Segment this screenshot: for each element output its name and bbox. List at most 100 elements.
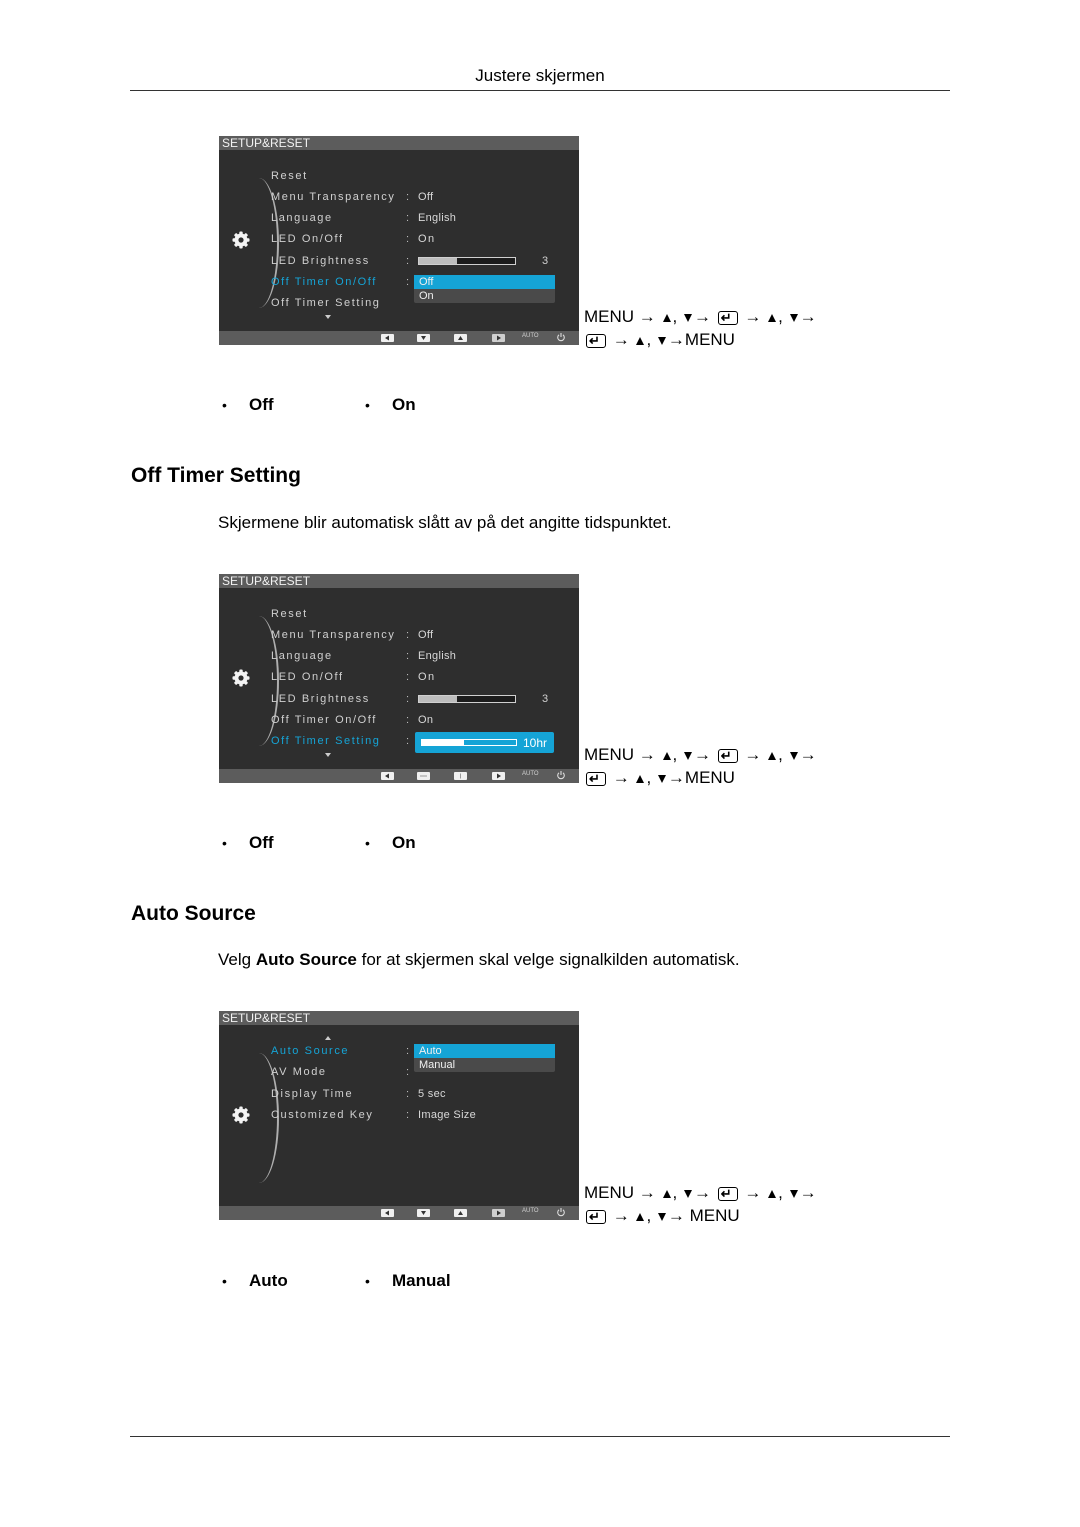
led-brightness-value: 3 bbox=[542, 255, 549, 267]
osd-row-value: Off bbox=[418, 629, 434, 641]
option-label: Off bbox=[249, 395, 274, 414]
option-list: • Off • On bbox=[222, 833, 416, 853]
osd-row-led-onoff: LED On/Off: On bbox=[271, 669, 436, 685]
option-label: On bbox=[392, 395, 416, 414]
option-list: • Auto • Manual bbox=[222, 1271, 451, 1291]
off-timer-value: 10hr bbox=[523, 735, 548, 750]
up-key-icon bbox=[768, 1189, 777, 1198]
osd-row-value: English bbox=[418, 212, 457, 224]
gear-icon bbox=[232, 669, 250, 687]
osd-row-label: Off Timer On/Off bbox=[271, 276, 377, 288]
bullet: • bbox=[222, 1273, 227, 1289]
osd-screenshot-off-timer-setting: SETUP&RESET Reset Menu Transparency: Off … bbox=[219, 574, 579, 783]
header-divider bbox=[130, 90, 950, 91]
minus-button-icon bbox=[417, 772, 430, 780]
osd-row-led-brightness: LED Brightness: 3 bbox=[271, 253, 548, 269]
option-label: On bbox=[392, 833, 416, 852]
down-key-icon bbox=[683, 313, 692, 322]
osd-colon: : bbox=[406, 671, 411, 683]
option-label: Manual bbox=[392, 1271, 451, 1290]
option-item: • On bbox=[365, 833, 416, 853]
osd-row-label: Display Time bbox=[271, 1088, 354, 1100]
osd-footer: AUTO bbox=[219, 1206, 579, 1220]
description-text: for at skjermen skal velge signalkilden … bbox=[356, 950, 740, 969]
osd-row-label: LED Brightness bbox=[271, 255, 370, 267]
menu-key-label: MENU bbox=[584, 745, 635, 764]
bullet: • bbox=[365, 397, 370, 413]
osd-row-reset: Reset bbox=[271, 168, 406, 184]
down-key-icon bbox=[789, 1189, 798, 1198]
down-key-icon bbox=[789, 751, 798, 760]
down-key-icon bbox=[657, 774, 666, 783]
description-bold-text: Auto Source bbox=[255, 950, 357, 969]
osd-row-auto-source: Auto Source: bbox=[271, 1043, 418, 1059]
osd-colon: : bbox=[406, 650, 411, 662]
option-item: • On bbox=[365, 395, 416, 415]
osd-colon: : bbox=[406, 1109, 411, 1121]
led-brightness-bar bbox=[418, 257, 516, 265]
option-item: • Auto bbox=[222, 1271, 365, 1291]
bullet: • bbox=[222, 835, 227, 851]
down-key-icon bbox=[683, 751, 692, 760]
auto-button-label: AUTO bbox=[522, 1208, 539, 1214]
power-icon bbox=[557, 333, 565, 342]
osd-row-label: Menu Transparency bbox=[271, 191, 396, 203]
osd-row-value: English bbox=[418, 650, 457, 662]
osd-screenshot-auto-source: SETUP&RESET Auto Source: AV Mode: Displa… bbox=[219, 1011, 579, 1220]
osd-row-display-time: Display Time:5 sec bbox=[271, 1086, 446, 1102]
up-button-icon bbox=[454, 1209, 467, 1217]
dropdown-option-manual: Manual bbox=[419, 1059, 456, 1071]
osd-row-label: Off Timer Setting bbox=[271, 297, 381, 309]
down-button-icon bbox=[417, 334, 430, 342]
osd-row-label: Off Timer On/Off bbox=[271, 714, 377, 726]
osd-title: SETUP&RESET bbox=[219, 136, 579, 150]
osd-row-led-brightness: LED Brightness: 3 bbox=[271, 691, 548, 707]
osd-colon: : bbox=[406, 693, 411, 705]
gear-icon bbox=[232, 231, 250, 249]
auto-button-label: AUTO bbox=[522, 771, 539, 777]
osd-row-label: Reset bbox=[271, 608, 308, 620]
navigation-instructions: MENU → , → → , → → , →MENU bbox=[584, 743, 817, 790]
osd-row-value: On bbox=[418, 671, 436, 683]
osd-colon: : bbox=[406, 1088, 411, 1100]
option-label: Off bbox=[249, 833, 274, 852]
osd-row-label: LED On/Off bbox=[271, 233, 344, 245]
up-key-icon bbox=[636, 336, 645, 345]
enter-key-icon bbox=[717, 744, 738, 767]
up-key-icon bbox=[662, 1189, 671, 1198]
up-key-icon bbox=[662, 751, 671, 760]
menu-key-label: MENU bbox=[689, 1206, 740, 1225]
osd-row-label: Customized Key bbox=[271, 1109, 374, 1121]
osd-row-off-timer-onoff: Off Timer On/Off: bbox=[271, 274, 418, 290]
bullet: • bbox=[222, 397, 227, 413]
scroll-down-arrow-icon bbox=[325, 315, 331, 319]
navigation-instructions: MENU → , → → , → → , → MENU bbox=[584, 1181, 817, 1228]
menu-key-label: MENU bbox=[584, 307, 635, 326]
osd-row-label: Language bbox=[271, 212, 333, 224]
osd-row-menu-transparency: Menu Transparency: Off bbox=[271, 189, 433, 205]
osd-footer: AUTO bbox=[219, 769, 579, 783]
off-timer-bar bbox=[421, 739, 517, 746]
up-key-icon bbox=[768, 751, 777, 760]
left-button-icon bbox=[381, 772, 394, 780]
osd-row-value: Off bbox=[418, 191, 434, 203]
osd-colon: : bbox=[406, 255, 411, 267]
right-button-icon bbox=[492, 1209, 505, 1217]
down-button-icon bbox=[417, 1209, 430, 1217]
osd-screenshot-off-timer-onoff: SETUP&RESET Reset Menu Transparency: Off … bbox=[219, 136, 579, 345]
dropdown-option-auto: Auto bbox=[414, 1044, 555, 1058]
osd-row-label: Reset bbox=[271, 170, 308, 182]
led-brightness-bar bbox=[418, 695, 516, 703]
section-title: Off Timer Setting bbox=[131, 464, 301, 487]
down-key-icon bbox=[789, 313, 798, 322]
osd-row-value: On bbox=[418, 233, 436, 245]
up-key-icon bbox=[636, 1212, 645, 1221]
osd-row-label: LED Brightness bbox=[271, 693, 370, 705]
option-item: • Manual bbox=[365, 1271, 451, 1291]
osd-colon: : bbox=[406, 212, 411, 224]
osd-dropdown: Off On bbox=[414, 275, 555, 303]
enter-key-icon bbox=[586, 1205, 606, 1228]
left-button-icon bbox=[381, 1209, 394, 1217]
osd-row-value: Image Size bbox=[418, 1109, 477, 1121]
dropdown-option-on: On bbox=[419, 290, 434, 302]
